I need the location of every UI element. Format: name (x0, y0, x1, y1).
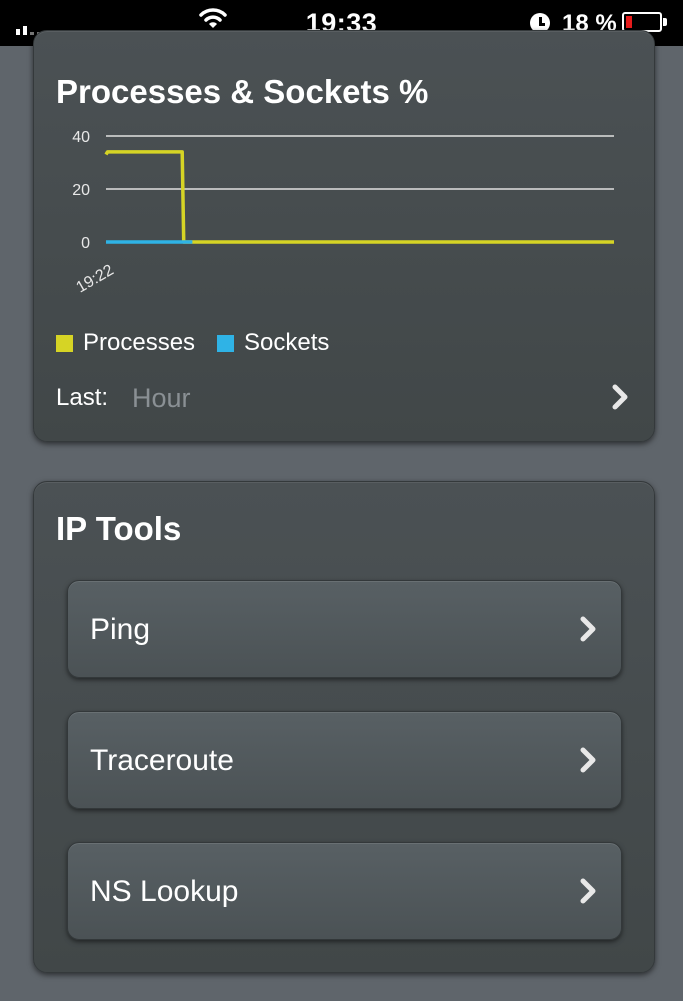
x-tick-label: 19:22 (74, 262, 117, 297)
ping-button-label: Ping (90, 613, 151, 646)
processes-sockets-panel: Processes & Sockets % 0 20 40 19:22 Proces… (33, 30, 655, 442)
panel-title: IP Tools (56, 510, 182, 547)
y-tick-label-40: 40 (72, 129, 90, 146)
battery-icon (622, 12, 667, 32)
legend-label-sockets: Sockets (244, 329, 330, 356)
chevron-right-icon (580, 747, 596, 773)
y-tick-label-0: 0 (81, 235, 90, 252)
ping-button[interactable]: Ping (67, 580, 622, 678)
traceroute-button-label: Traceroute (90, 744, 234, 777)
ip-tools-panel: IP Tools Ping Traceroute NS Lookup (33, 481, 655, 973)
last-label: Last: (56, 384, 109, 411)
traceroute-button[interactable]: Traceroute (67, 711, 622, 809)
chevron-right-icon (580, 878, 596, 904)
last-period-row[interactable]: Last: Hour (56, 381, 628, 415)
chevron-right-icon (580, 616, 596, 642)
legend-swatch-sockets (217, 334, 235, 352)
series-line-processes (104, 150, 614, 244)
legend-label-processes: Processes (83, 329, 196, 356)
legend-item-sockets: Sockets (217, 329, 329, 357)
ns-lookup-button-label: NS Lookup (90, 875, 239, 908)
processes-sockets-chart: 0 20 40 19:22 (72, 129, 614, 297)
y-tick-label-20: 20 (72, 182, 90, 199)
chevron-right-icon (612, 384, 628, 410)
ns-lookup-button[interactable]: NS Lookup (67, 842, 622, 940)
legend-swatch-processes (56, 334, 73, 352)
chart-legend: Processes Sockets (56, 329, 351, 357)
last-period-value: Hour (132, 382, 191, 413)
legend-item-processes: Processes (56, 329, 195, 357)
